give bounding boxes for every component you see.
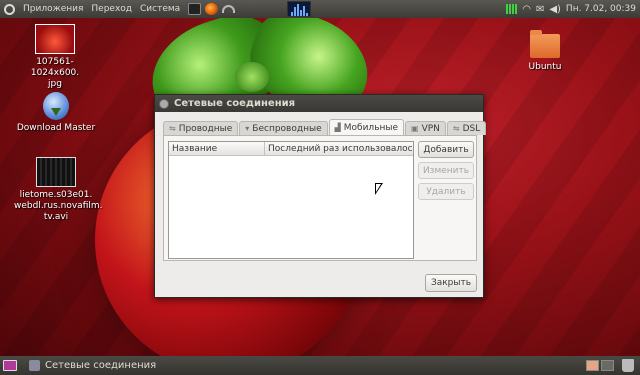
bottom-panel: Сетевые соединения — [0, 356, 640, 375]
network-icon — [159, 98, 169, 109]
tab-mobile[interactable]: ▟ Мобильные — [328, 119, 405, 135]
connection-tabs: ⇋ Проводные ▾ Беспроводные ▟ Мобильные ▣… — [163, 119, 487, 135]
taskbar-item-network-connections[interactable]: Сетевые соединения — [29, 360, 156, 371]
network-monitor-icon[interactable] — [506, 4, 518, 14]
desktop-icon-label: Download Master — [16, 123, 96, 133]
desktop-icon-label: tv.avi — [43, 212, 69, 222]
launchers — [188, 3, 236, 15]
show-desktop-icon[interactable] — [3, 360, 17, 371]
edit-button[interactable]: Изменить — [418, 162, 474, 179]
download-master-icon — [43, 92, 69, 120]
ubuntu-logo-icon[interactable] — [4, 3, 15, 15]
workspace-1[interactable] — [586, 360, 599, 371]
list-header: Название Последний раз использовалось — [169, 142, 413, 156]
menu-places[interactable]: Переход — [91, 4, 132, 14]
image-file-icon — [35, 24, 75, 54]
tab-panel-mobile: Название Последний раз использовалось До… — [163, 135, 477, 261]
action-buttons: Добавить Изменить Удалить — [418, 141, 474, 200]
dsl-icon: ⇋ — [452, 124, 460, 133]
volume-icon[interactable]: ◀) — [549, 4, 561, 15]
network-connections-dialog: Сетевые соединения ⇋ Проводные ▾ Беспров… — [154, 94, 487, 298]
workspace-2[interactable] — [601, 360, 614, 371]
desktop-icon-image[interactable]: 107561-1024x600. jpg — [20, 24, 90, 90]
network-launcher-icon[interactable] — [222, 5, 236, 13]
firefox-icon[interactable] — [205, 3, 219, 15]
lock-icon: ▣ — [411, 124, 419, 133]
network-icon — [29, 360, 40, 371]
wifi-status-icon[interactable]: ◠ — [522, 4, 531, 15]
taskbar-item-label: Сетевые соединения — [45, 360, 157, 371]
trash-icon[interactable] — [622, 359, 634, 372]
desktop-icon-label: 107561-1024x600. — [30, 57, 80, 78]
terminal-icon[interactable] — [188, 3, 202, 15]
mobile-icon: ▟ — [334, 123, 341, 132]
video-file-icon — [36, 157, 76, 187]
add-button[interactable]: Добавить — [418, 141, 474, 158]
system-tray: ◠ ✉ ◀) Пн. 7.02, 00:39 — [506, 0, 636, 18]
mouse-cursor-icon — [375, 183, 383, 195]
desktop-icon-label: webdl.rus.novafilm. — [14, 201, 103, 211]
close-button[interactable]: Закрыть — [425, 274, 477, 292]
menu-system[interactable]: Система — [140, 4, 180, 14]
clock[interactable]: Пн. 7.02, 00:39 — [566, 4, 636, 14]
wallpaper-bow-center — [235, 62, 269, 92]
mail-icon[interactable]: ✉ — [536, 4, 544, 15]
top-panel: Приложения Переход Система ◠ ✉ ◀) Пн. 7.… — [0, 0, 640, 18]
dialog-title: Сетевые соединения — [174, 98, 296, 109]
desktop-icon-label: Ubuntu — [528, 62, 562, 72]
system-monitor-graph[interactable] — [287, 1, 311, 17]
tab-wired[interactable]: ⇋ Проводные — [163, 121, 239, 135]
workspace-switcher[interactable] — [586, 360, 614, 371]
tab-wireless[interactable]: ▾ Беспроводные — [239, 121, 328, 135]
folder-icon — [530, 30, 560, 58]
desktop-icon-label: jpg — [48, 79, 62, 89]
column-header-last-used[interactable]: Последний раз использовалось — [265, 142, 413, 155]
tab-vpn[interactable]: ▣ VPN — [405, 121, 446, 135]
dialog-titlebar[interactable]: Сетевые соединения — [155, 95, 483, 112]
desktop-icon-download-master[interactable]: Download Master — [14, 92, 98, 134]
wired-icon: ⇋ — [169, 124, 176, 133]
desktop-icon-ubuntu-folder[interactable]: Ubuntu — [520, 30, 570, 73]
column-header-name[interactable]: Название — [169, 142, 265, 155]
menu-applications[interactable]: Приложения — [23, 4, 83, 14]
connections-list[interactable]: Название Последний раз использовалось — [168, 141, 414, 259]
delete-button[interactable]: Удалить — [418, 183, 474, 200]
tab-dsl[interactable]: ⇋ DSL — [446, 121, 487, 135]
desktop-icon-label: lietome.s03e01. — [19, 190, 93, 200]
wireless-icon: ▾ — [245, 124, 250, 133]
top-menu: Приложения Переход Система — [0, 3, 180, 15]
desktop-icon-video[interactable]: lietome.s03e01. webdl.rus.novafilm. tv.a… — [14, 157, 103, 223]
